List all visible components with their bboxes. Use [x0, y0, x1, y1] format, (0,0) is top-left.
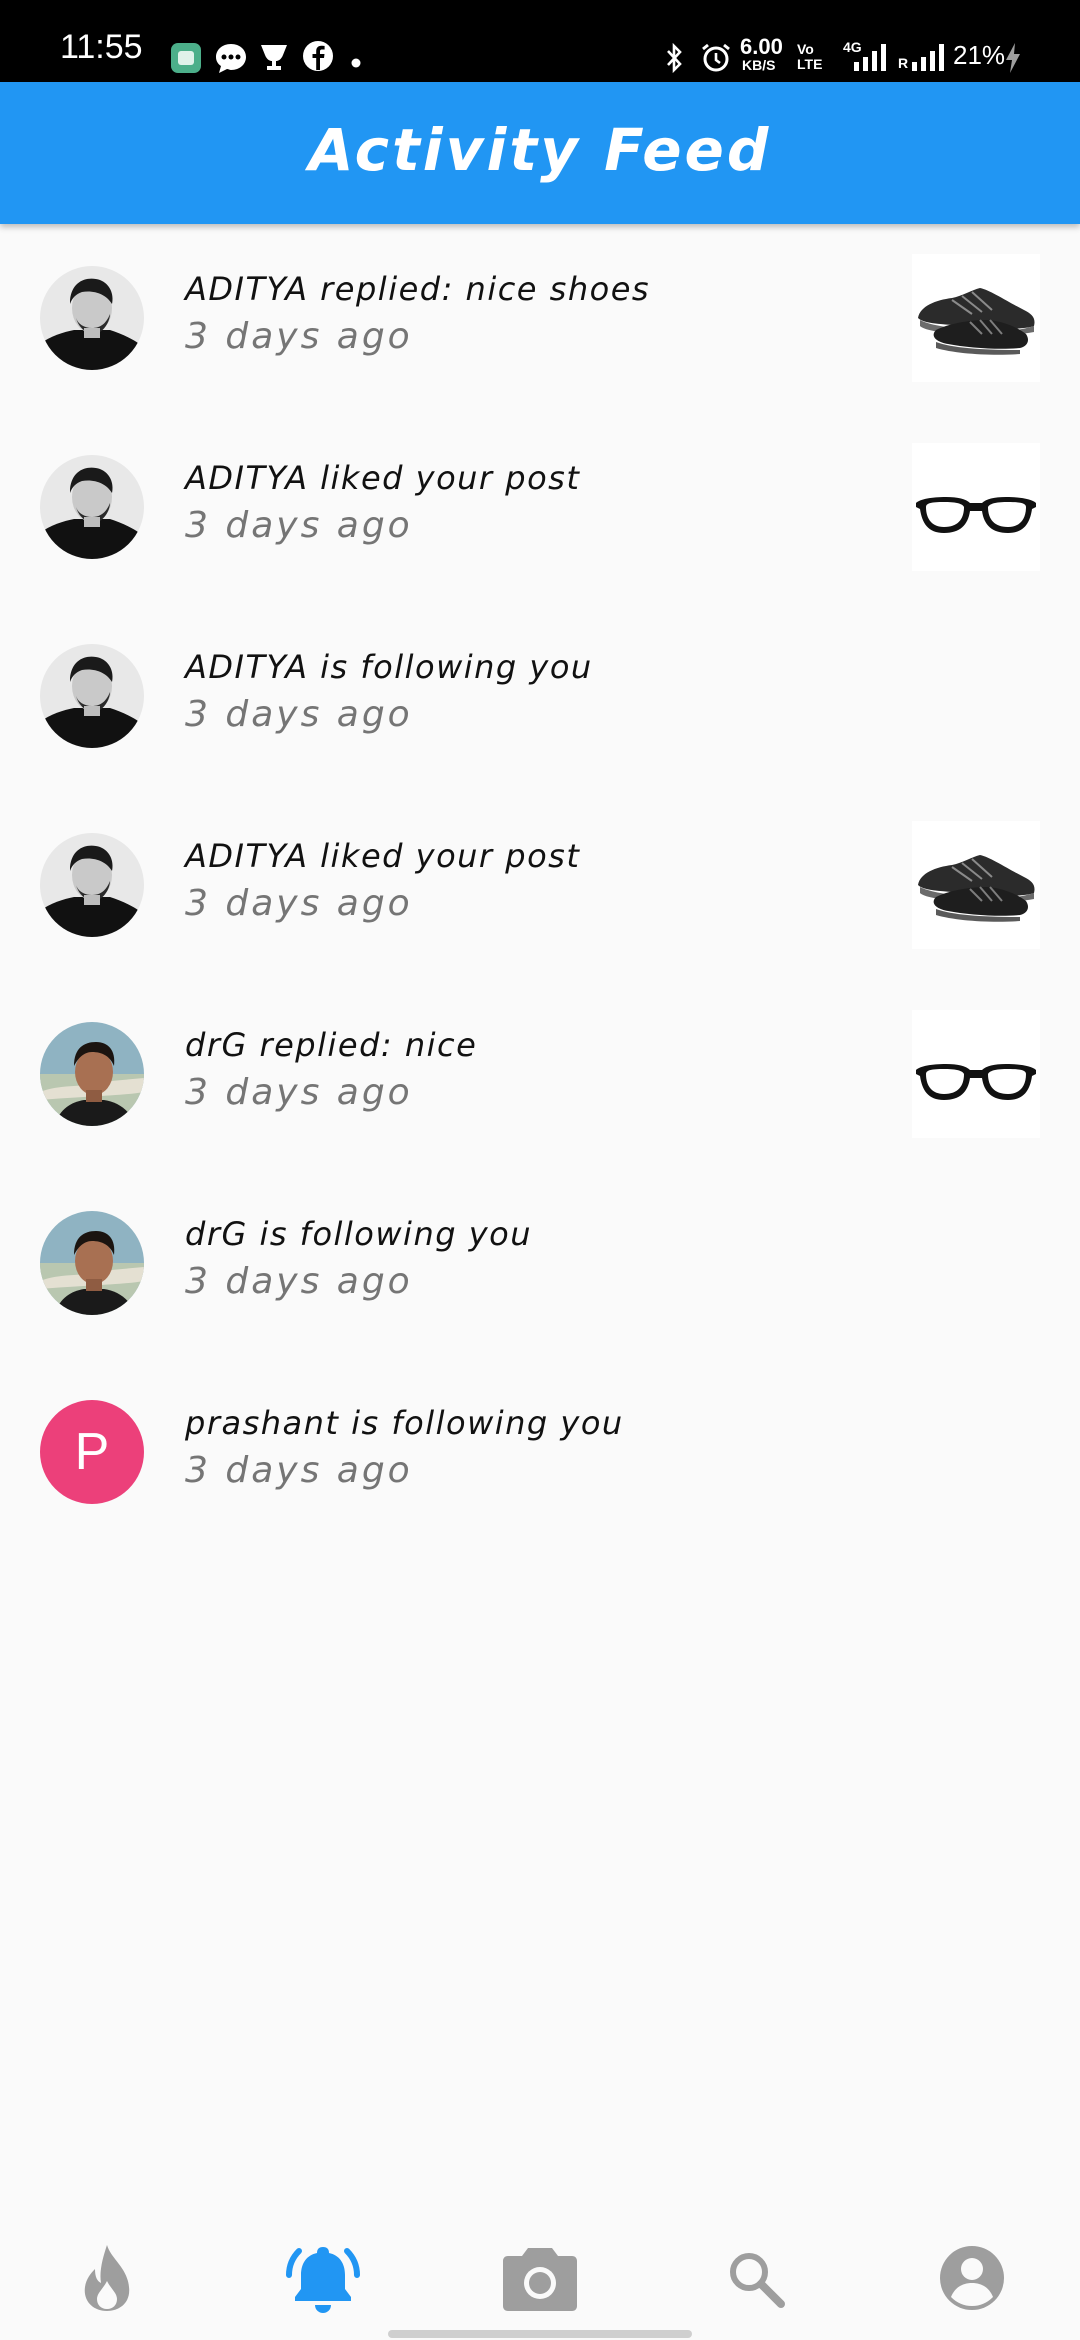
nav-search[interactable]: [705, 2230, 805, 2330]
alarm-icon: [700, 42, 732, 78]
feed-item-time: 3 days ago: [185, 694, 413, 735]
feed-item-time: 3 days ago: [185, 1261, 413, 1302]
roaming-label: R: [898, 55, 909, 71]
speed-value: 6.00: [740, 34, 783, 59]
post-thumbnail[interactable]: [912, 254, 1040, 382]
search-icon: [725, 2248, 785, 2312]
bluetooth-icon: [664, 42, 686, 78]
app-bar: Activity Feed: [0, 82, 1080, 224]
feed-item[interactable]: ADITYA liked your post 3 days ago: [0, 791, 1080, 980]
nav-profile[interactable]: [922, 2230, 1022, 2330]
feed-item-title: ADITYA liked your post: [185, 459, 581, 497]
avatar[interactable]: [40, 1211, 144, 1315]
chat-icon: [214, 42, 248, 78]
feed-item-time: 3 days ago: [185, 883, 413, 924]
feed-item-title: ADITYA liked your post: [185, 837, 581, 875]
signal-icon: [910, 42, 946, 76]
avatar[interactable]: [40, 1022, 144, 1126]
volte-label: Vo LTE: [797, 41, 823, 72]
home-indicator[interactable]: [388, 2330, 692, 2338]
feed-item-time: 3 days ago: [185, 505, 413, 546]
account-icon: [939, 2245, 1005, 2315]
post-thumbnail[interactable]: [912, 821, 1040, 949]
dot-icon: [351, 53, 361, 72]
app-icon: [170, 42, 202, 78]
nav-activity-feed[interactable]: [273, 2230, 373, 2330]
feed-item[interactable]: P prashant is following you 3 days ago: [0, 1358, 1080, 1547]
bottom-navigation: [0, 2220, 1080, 2340]
feed-item-time: 3 days ago: [185, 1450, 413, 1491]
feed-item-title: drG replied: nice: [185, 1026, 478, 1064]
feed-item-time: 3 days ago: [185, 1072, 413, 1113]
avatar[interactable]: [40, 455, 144, 559]
post-thumbnail[interactable]: [912, 443, 1040, 571]
facebook-icon: [302, 40, 334, 76]
feed-item-title: ADITYA replied: nice shoes: [185, 270, 651, 308]
avatar[interactable]: P: [40, 1400, 144, 1504]
trophy-icon: [258, 42, 290, 76]
charging-icon: [1004, 42, 1022, 78]
nav-timeline[interactable]: [57, 2230, 157, 2330]
feed-item[interactable]: drG is following you 3 days ago: [0, 1169, 1080, 1358]
avatar[interactable]: [40, 833, 144, 937]
signal-icon: [852, 42, 888, 76]
feed-item[interactable]: ADITYA replied: nice shoes 3 days ago: [0, 224, 1080, 413]
bell-icon: [285, 2241, 361, 2319]
status-time: 11:55: [60, 28, 143, 66]
feed-item-title: drG is following you: [185, 1215, 532, 1253]
post-thumbnail[interactable]: [912, 1010, 1040, 1138]
feed-item-title: prashant is following you: [185, 1404, 624, 1442]
feed-item-time: 3 days ago: [185, 316, 413, 357]
avatar[interactable]: [40, 266, 144, 370]
nav-upload[interactable]: [490, 2230, 590, 2330]
feed-item[interactable]: drG replied: nice 3 days ago: [0, 980, 1080, 1169]
battery-level: 21%: [953, 40, 1006, 70]
feed-item-title: ADITYA is following you: [185, 648, 593, 686]
speed-unit: KB/S: [742, 57, 776, 73]
feed-item[interactable]: ADITYA liked your post 3 days ago: [0, 413, 1080, 602]
avatar[interactable]: [40, 644, 144, 748]
feed-item[interactable]: ADITYA is following you 3 days ago: [0, 602, 1080, 791]
page-title: Activity Feed: [308, 116, 772, 184]
status-bar: 11:55 6.00 KB/S Vo LTE 4G R 21%: [0, 0, 1080, 82]
camera-icon: [502, 2244, 578, 2316]
flame-icon: [77, 2243, 137, 2317]
